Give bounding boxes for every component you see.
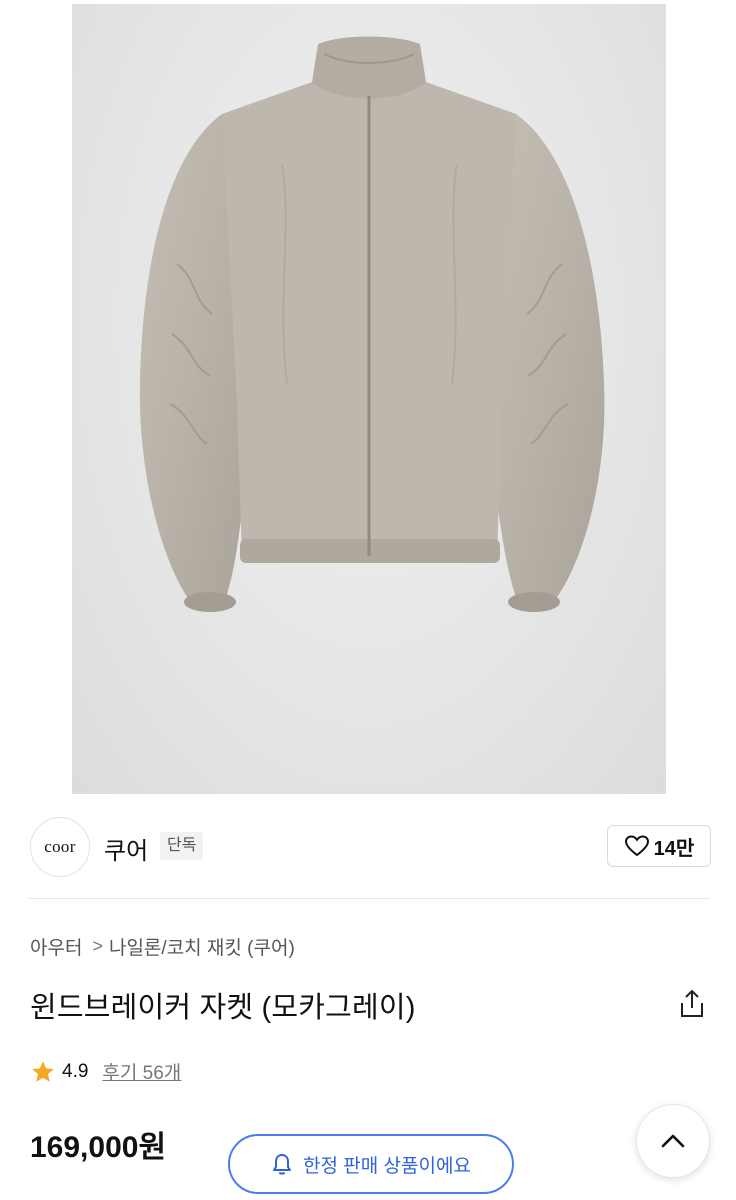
product-title: 윈드브레이커 자켓 (모카그레이) — [30, 992, 416, 1024]
breadcrumb: 아우터 > 나일론/코치 재킷 (쿠어) — [30, 933, 295, 960]
chevron-right-icon: > — [92, 936, 103, 956]
limited-sale-notice[interactable]: 한정 판매 상품이에요 — [228, 1134, 514, 1194]
exclusive-badge: 단독 — [160, 832, 204, 860]
limited-sale-label: 한정 판매 상품이에요 — [303, 1155, 471, 1177]
product-photo[interactable] — [72, 4, 666, 794]
like-count: 14만 — [653, 837, 695, 860]
rating-score: 4.9 — [62, 1060, 89, 1082]
like-button[interactable]: 14만 — [607, 825, 711, 867]
breadcrumb-subcategory[interactable]: 나일론/코치 재킷 (쿠어) — [109, 933, 295, 960]
jacket-illustration — [139, 36, 605, 612]
reviews-link[interactable]: 후기 56개 — [102, 1058, 181, 1085]
product-image-area — [0, 0, 736, 795]
share-button[interactable] — [678, 988, 706, 1020]
bell-icon — [273, 1154, 292, 1175]
scroll-top-button[interactable] — [636, 1104, 710, 1178]
brand-logo[interactable]: coor — [30, 817, 90, 877]
share-icon — [681, 990, 703, 1017]
divider — [28, 898, 710, 899]
heart-outline-icon — [624, 835, 649, 857]
star-icon — [32, 1060, 54, 1082]
chevron-up-icon — [661, 1134, 685, 1148]
brand-row: coor 쿠어 단독 14만 — [0, 795, 736, 900]
breadcrumb-category[interactable]: 아우터 — [30, 933, 82, 960]
price: 169,000원 — [30, 1131, 167, 1164]
rating: 4.9 후기 56개 — [30, 1058, 181, 1085]
brand-name[interactable]: 쿠어 — [104, 831, 148, 866]
